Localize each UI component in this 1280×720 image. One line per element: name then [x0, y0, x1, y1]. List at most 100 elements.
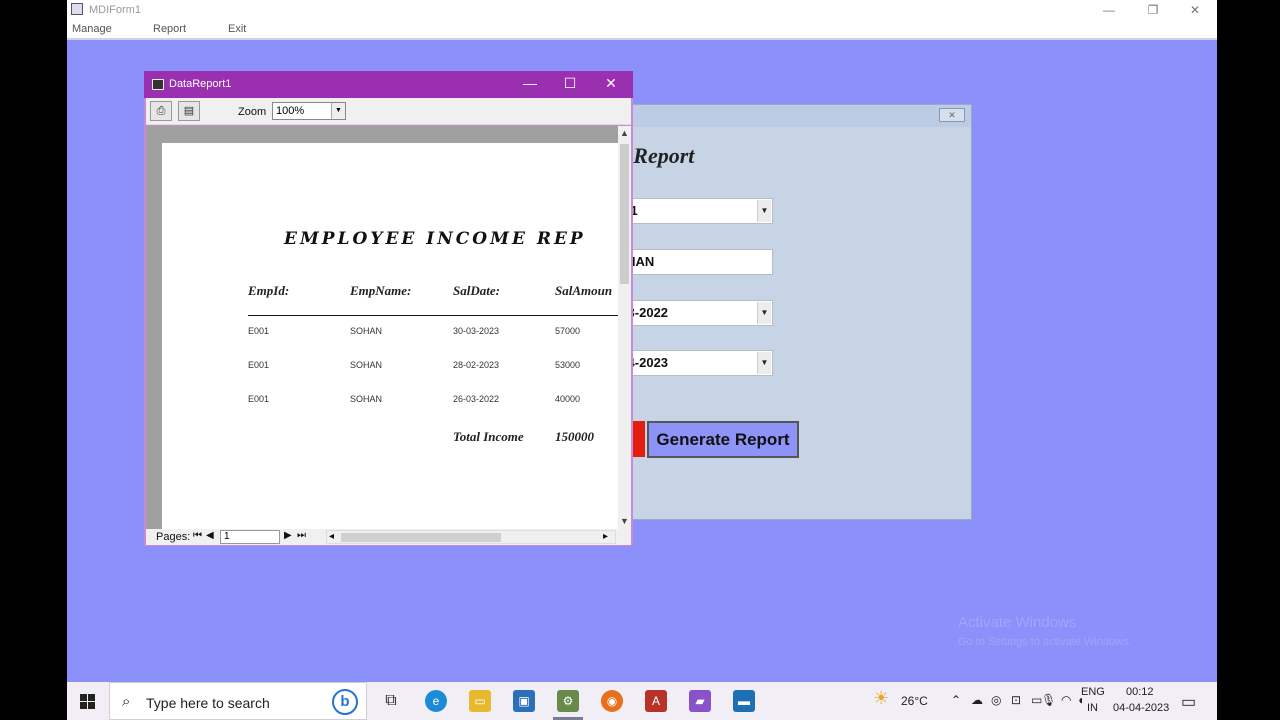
total-income-value: 150000 — [555, 429, 594, 444]
language-indicator[interactable]: ENG — [1081, 686, 1105, 698]
report-page: EMPLOYEE INCOME REP EmpId: EmpName: SalD… — [162, 143, 618, 529]
row-3-empname: SOHAN — [350, 394, 383, 404]
header-rule — [248, 315, 618, 316]
row-2-empid: E001 — [248, 360, 270, 370]
desktop: MDIForm1 — ❐ ✕ Manage Report Exit ✕ e Re… — [67, 0, 1217, 720]
export-icon[interactable]: ▤ — [178, 101, 200, 121]
header-saldate: SalDate: — [453, 283, 500, 298]
network-device-icon[interactable]: ⊡ — [1011, 693, 1021, 707]
media-icon[interactable]: ▰ — [689, 690, 711, 712]
to-date-combo[interactable]: -04-2023 ▼ — [611, 350, 773, 376]
report-statusbar: Pages: ⏮ ◀ 1 ▶ ⏭ ◂ ▸ — [146, 529, 631, 545]
task-view-icon[interactable]: ⧉ — [380, 690, 402, 712]
maximize-button[interactable]: ☐ — [555, 75, 585, 92]
chevron-down-icon[interactable]: ▼ — [757, 302, 771, 324]
row-1-empid: E001 — [248, 326, 270, 336]
datareport-window: DataReport1 — ☐ ✕ ⎙ ▤ Zoom 100% ▼ EMPLOY… — [144, 71, 633, 546]
search-placeholder: Type here to search — [146, 695, 270, 711]
search-icon: ⌕ — [122, 693, 131, 710]
meet-icon[interactable]: ◎ — [991, 693, 1001, 707]
mdi-title-bar: MDIForm1 — ❐ ✕ — [67, 0, 1217, 20]
vertical-scrollbar[interactable]: ▲ ▼ — [618, 126, 631, 529]
clock-date[interactable]: 04-04-2023 — [1113, 702, 1169, 714]
form-close-button[interactable]: ✕ — [939, 108, 965, 122]
hscroll-thumb[interactable] — [341, 533, 501, 542]
row-3-empid: E001 — [248, 394, 270, 404]
app-icon — [71, 3, 83, 15]
scroll-thumb[interactable] — [620, 144, 629, 284]
pages-label: Pages: — [156, 531, 191, 543]
report-title: EMPLOYEE INCOME REP — [284, 229, 586, 249]
zoom-select[interactable]: 100% ▼ — [272, 102, 346, 120]
chevron-down-icon[interactable]: ▼ — [331, 103, 345, 119]
clock-time[interactable]: 00:12 — [1126, 686, 1154, 698]
close-button[interactable]: ✕ — [1175, 1, 1215, 19]
menu-report[interactable]: Report — [153, 23, 186, 35]
form-caption: ✕ — [613, 105, 971, 127]
file-explorer-icon[interactable]: ▭ — [469, 690, 491, 712]
activation-watermark-hint: Go to Settings to activate Windows. — [958, 636, 1132, 648]
total-income-label: Total Income — [453, 429, 524, 444]
page-number-input[interactable]: 1 — [220, 530, 280, 544]
onedrive-icon[interactable]: ☁ — [971, 693, 983, 707]
minimize-button[interactable]: — — [515, 75, 545, 91]
region-indicator[interactable]: IN — [1087, 702, 1098, 714]
taskbar: ⌕ Type here to search b ⧉ e ▭ ▣ ⚙ ◉ A ▰ … — [67, 682, 1217, 720]
weather-temp[interactable]: 26°C — [901, 694, 928, 708]
header-empname: EmpName: — [350, 283, 412, 298]
row-1-saldate: 30-03-2023 — [453, 326, 500, 336]
scroll-up-icon[interactable]: ▲ — [618, 128, 631, 138]
close-button[interactable]: ✕ — [596, 75, 626, 92]
report-toolbar: ⎙ ▤ Zoom 100% ▼ — [146, 98, 631, 125]
mdi-title: MDIForm1 — [89, 4, 141, 16]
scroll-left-icon[interactable]: ◂ — [329, 531, 334, 542]
menu-exit[interactable]: Exit — [228, 23, 246, 35]
menu-manage[interactable]: Manage — [72, 23, 112, 35]
window-icon[interactable]: ▬ — [733, 690, 755, 712]
datareport-title-bar: DataReport1 — ☐ ✕ — [144, 71, 633, 98]
minimize-button[interactable]: — — [1089, 1, 1129, 19]
scroll-right-icon[interactable]: ▸ — [603, 531, 608, 542]
chevron-up-icon[interactable]: ⌃ — [951, 693, 961, 707]
row-3-salamount: 40000 — [555, 394, 581, 404]
generate-report-button[interactable]: Generate Report — [647, 421, 799, 458]
report-icon — [152, 79, 164, 90]
header-empid: EmpId: — [248, 283, 290, 298]
scroll-down-icon[interactable]: ▼ — [618, 516, 631, 526]
wifi-icon[interactable]: ◠ — [1061, 693, 1071, 707]
search-box[interactable]: ⌕ Type here to search b — [109, 682, 367, 720]
prev-page-icon[interactable]: ◀ — [206, 530, 214, 541]
last-page-icon[interactable]: ⏭ — [297, 530, 306, 541]
vb-project-icon[interactable]: ⚙ — [557, 690, 579, 712]
next-page-icon[interactable]: ▶ — [284, 530, 292, 541]
horizontal-scrollbar[interactable]: ◂ ▸ — [326, 530, 616, 544]
employee-report-form: ✕ e Report 001 ▼ OHAN -03-2022 ▼ -04-202… — [611, 104, 972, 520]
first-page-icon[interactable]: ⏮ — [193, 530, 202, 541]
from-date-combo[interactable]: -03-2022 ▼ — [611, 300, 773, 326]
weather-icon[interactable]: ☀ — [873, 688, 889, 709]
row-2-empname: SOHAN — [350, 360, 383, 370]
edge-icon[interactable]: e — [425, 690, 447, 712]
firefox-icon[interactable]: ◉ — [601, 690, 623, 712]
chevron-down-icon[interactable]: ▼ — [757, 200, 771, 222]
print-icon[interactable]: ⎙ — [150, 101, 172, 121]
activation-watermark: Activate Windows — [958, 614, 1077, 631]
row-1-salamount: 57000 — [555, 326, 581, 336]
microphone-icon[interactable]: 🎙 — [1041, 693, 1056, 707]
store-icon[interactable]: ▣ — [513, 690, 535, 712]
empid-combo[interactable]: 001 ▼ — [611, 198, 773, 224]
menu-bar: Manage Report Exit — [67, 20, 1217, 38]
access-icon[interactable]: A — [645, 690, 667, 712]
empname-field[interactable]: OHAN — [611, 249, 773, 275]
notification-icon[interactable]: ▭ — [1181, 692, 1196, 712]
restore-button[interactable]: ❐ — [1133, 1, 1173, 19]
bing-icon[interactable]: b — [332, 689, 358, 715]
chevron-down-icon[interactable]: ▼ — [757, 352, 771, 374]
row-2-salamount: 53000 — [555, 360, 581, 370]
report-viewport: EMPLOYEE INCOME REP EmpId: EmpName: SalD… — [146, 126, 618, 529]
menu-divider — [67, 38, 1217, 40]
windows-start-icon[interactable] — [80, 694, 96, 710]
zoom-value: 100% — [276, 105, 305, 117]
datareport-title: DataReport1 — [169, 78, 232, 90]
header-salamount: SalAmoun — [555, 283, 613, 298]
